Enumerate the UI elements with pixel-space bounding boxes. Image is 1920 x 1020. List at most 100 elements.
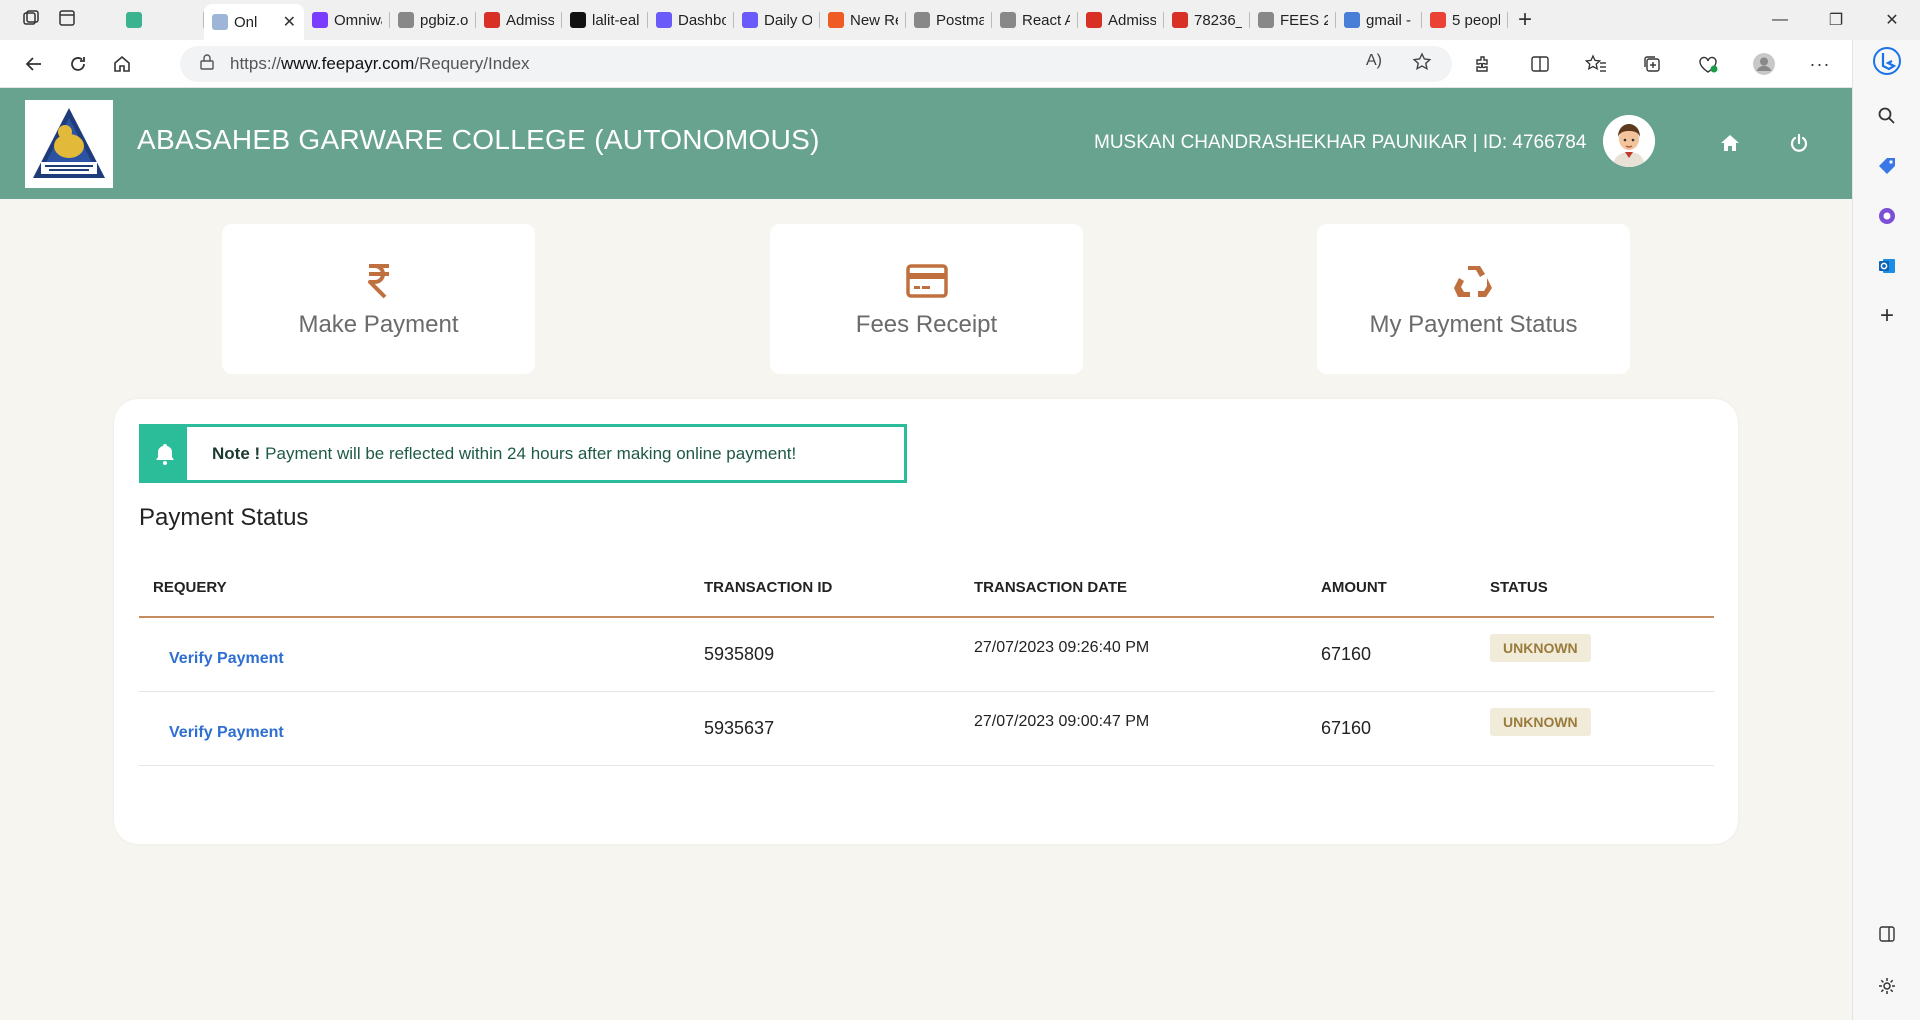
workspaces-icon[interactable] — [22, 9, 40, 32]
site-header: ABASAHEB GARWARE COLLEGE (AUTONOMOUS) MU… — [0, 88, 1852, 199]
verify-payment-link[interactable]: Verify Payment — [139, 617, 690, 692]
note-alert: Note ! Payment will be reflected within … — [139, 424, 907, 483]
column-header-transaction-date: TRANSACTION DATE — [960, 559, 1307, 618]
status-cell: UNKNOWN — [1476, 617, 1714, 692]
power-logout-icon[interactable] — [1788, 132, 1810, 154]
bing-copilot-icon[interactable] — [1871, 45, 1903, 77]
avatar[interactable] — [1603, 115, 1655, 167]
shopping-tag-icon[interactable] — [1871, 150, 1903, 182]
search-icon[interactable] — [1871, 100, 1903, 132]
url-host: www.feepayr.com — [281, 54, 415, 73]
edge-sidebar: + — [1852, 40, 1920, 1020]
browser-essentials-icon[interactable] — [1692, 48, 1724, 80]
sidebar-toggle-icon[interactable] — [1871, 918, 1903, 950]
browser-tab[interactable]: Postma — [906, 4, 992, 36]
browser-tab[interactable]: pgbiz.o — [390, 4, 476, 36]
tab-favicon-icon — [212, 14, 228, 30]
note-message: Payment will be reflected within 24 hour… — [265, 443, 797, 463]
browser-tab[interactable]: Daily O — [734, 4, 820, 36]
lock-icon[interactable] — [200, 53, 214, 75]
tab-title: React A — [1022, 11, 1070, 29]
close-tab-icon[interactable]: ✕ — [283, 12, 296, 32]
fees-receipt-card[interactable]: Fees Receipt — [770, 224, 1083, 374]
browser-tab[interactable]: Admissi — [476, 4, 562, 36]
rupee-icon — [366, 259, 392, 303]
verify-payment-link[interactable]: Verify Payment — [139, 691, 690, 766]
browser-toolbar: https://www.feepayr.com/Requery/Index A)… — [0, 40, 1852, 88]
refresh-icon[interactable] — [56, 46, 100, 82]
transaction-id-cell: 5935637 — [690, 691, 960, 766]
tab-favicon-icon — [1344, 12, 1360, 28]
tab-favicon-icon — [828, 12, 844, 28]
status-badge: UNKNOWN — [1490, 708, 1591, 736]
note-strong: Note ! — [212, 443, 261, 463]
settings-more-icon[interactable]: ··· — [1804, 48, 1836, 80]
extensions-icon[interactable] — [1468, 48, 1500, 80]
split-screen-icon[interactable] — [1524, 48, 1556, 80]
sidebar-settings-icon[interactable] — [1871, 970, 1903, 1002]
browser-tab-strip: Onl ✕ Omniwa pgbiz.o Admissi lalit-eal Dashbo D… — [0, 0, 1920, 40]
address-bar-actions: A) — [1366, 52, 1432, 77]
collections-icon[interactable] — [1636, 48, 1668, 80]
tab-title: FEES 20 — [1280, 11, 1328, 29]
microsoft-365-icon[interactable] — [1871, 200, 1903, 232]
read-aloud-icon[interactable]: A) — [1366, 52, 1382, 77]
tab-favicon-icon — [1086, 12, 1102, 28]
browser-tab[interactable]: Omniwa — [304, 4, 390, 36]
browser-tab[interactable]: 78236_ — [1164, 4, 1250, 36]
restore-icon[interactable]: ❐ — [1808, 0, 1864, 40]
payment-status-table: REQUERY TRANSACTION ID TRANSACTION DATE … — [139, 559, 1714, 766]
table-header-row: REQUERY TRANSACTION ID TRANSACTION DATE … — [139, 559, 1714, 618]
tab-favicon-icon — [742, 12, 758, 28]
tab-favicon-icon — [484, 12, 500, 28]
status-badge: UNKNOWN — [1490, 634, 1591, 663]
transaction-id-cell: 5935809 — [690, 617, 960, 692]
browser-tab[interactable]: Onl ✕ — [204, 4, 304, 40]
table-header: REQUERY TRANSACTION ID TRANSACTION DATE … — [139, 559, 1714, 618]
browser-tabs: Onl ✕ Omniwa pgbiz.o Admissi lalit-eal Dashbo D… — [118, 0, 1508, 40]
browser-tab[interactable]: lalit-eal — [562, 4, 648, 36]
make-payment-card[interactable]: Make Payment — [222, 224, 535, 374]
close-window-icon[interactable]: ✕ — [1864, 0, 1920, 40]
tab-title: Omniwa — [334, 11, 382, 29]
tab-favicon-icon — [1430, 12, 1446, 28]
transaction-date-cell: 27/07/2023 09:26:40 PM — [960, 617, 1307, 692]
outlook-icon[interactable] — [1871, 250, 1903, 282]
home-browser-icon[interactable] — [100, 46, 144, 82]
url-path: /Requery/Index — [414, 54, 530, 73]
add-sidebar-app-icon[interactable]: + — [1871, 300, 1903, 332]
amount-cell: 67160 — [1307, 617, 1476, 692]
tab-title: Admissi — [506, 11, 554, 29]
browser-tab[interactable]: New Re — [820, 4, 906, 36]
favorite-star-icon[interactable] — [1412, 51, 1432, 77]
recycle-icon — [1453, 259, 1494, 303]
new-tab-button[interactable]: + — [1518, 6, 1532, 34]
my-payment-status-card[interactable]: My Payment Status — [1317, 224, 1630, 374]
browser-tab[interactable]: FEES 20 — [1250, 4, 1336, 36]
column-header-amount: AMOUNT — [1307, 559, 1476, 618]
back-icon[interactable] — [12, 46, 56, 82]
browser-tab[interactable]: React A — [992, 4, 1078, 36]
browser-tab[interactable]: Admissi — [1078, 4, 1164, 36]
make-payment-label: Make Payment — [298, 311, 459, 338]
tab-title: Admissi — [1108, 11, 1156, 29]
web-page: ABASAHEB GARWARE COLLEGE (AUTONOMOUS) MU… — [0, 88, 1852, 1020]
address-bar[interactable]: https://www.feepayr.com/Requery/Index A) — [180, 46, 1452, 82]
browser-tab[interactable] — [118, 4, 204, 36]
tab-actions-icon[interactable] — [58, 9, 76, 32]
minimize-icon[interactable]: — — [1752, 0, 1808, 40]
favorites-icon[interactable] — [1580, 48, 1612, 80]
tab-title: Daily O — [764, 11, 812, 29]
browser-tab[interactable]: Dashbo — [648, 4, 734, 36]
browser-tab[interactable]: gmail - — [1336, 4, 1422, 36]
tab-strip-leading-controls — [0, 9, 118, 32]
tab-favicon-icon — [1000, 12, 1016, 28]
table-row: Verify Payment 5935809 27/07/2023 09:26:… — [139, 617, 1714, 692]
browser-tab[interactable]: 5 peopl — [1422, 4, 1508, 36]
table-body: Verify Payment 5935809 27/07/2023 09:26:… — [139, 617, 1714, 766]
tab-favicon-icon — [570, 12, 586, 28]
profile-icon[interactable] — [1748, 48, 1780, 80]
tab-title: lalit-eal — [592, 11, 640, 29]
tab-title: Postma — [936, 11, 984, 29]
home-icon[interactable] — [1719, 132, 1741, 154]
